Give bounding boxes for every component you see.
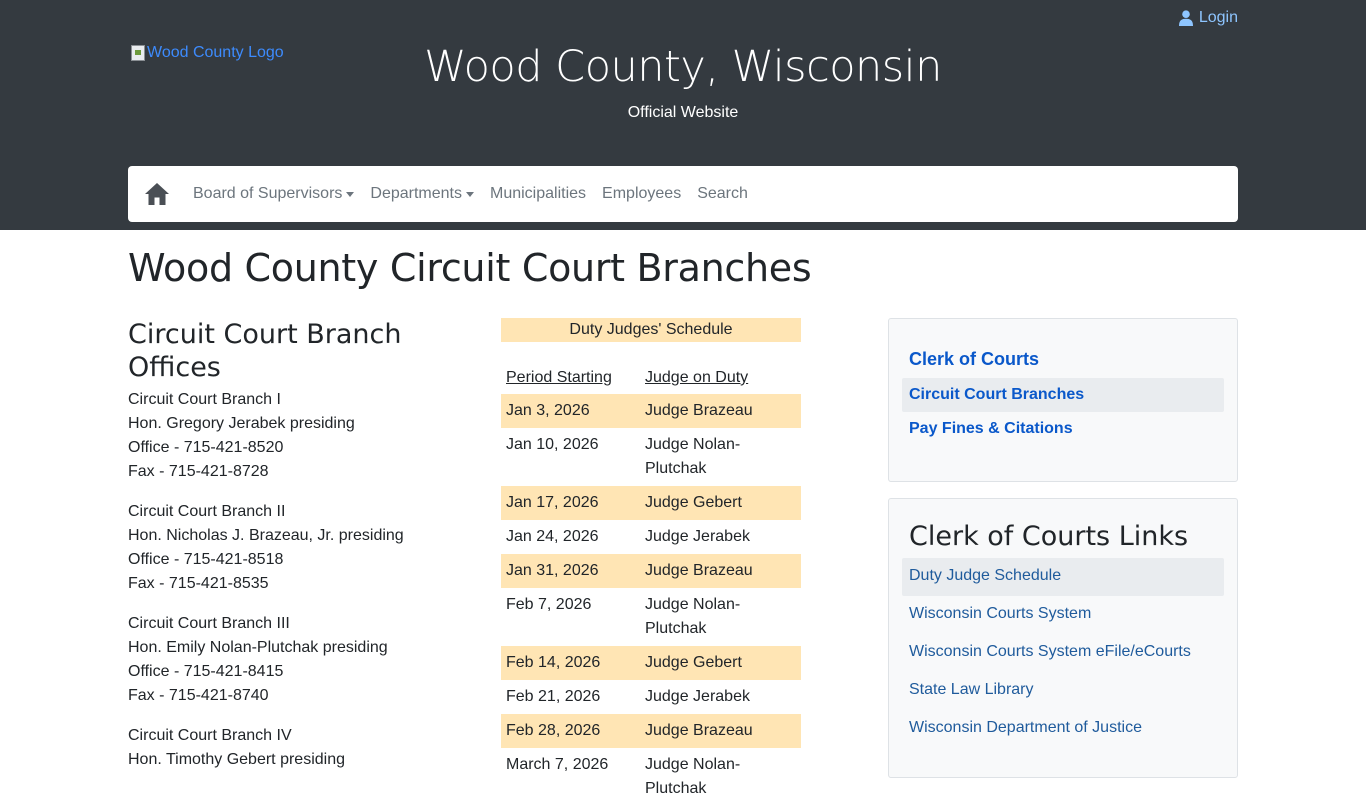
branch-fax: Fax - 715-421-8535	[128, 575, 269, 592]
branch-judge: Hon. Timothy Gebert presiding	[128, 751, 345, 768]
branch-block: Circuit Court Branch IV Hon. Timothy Geb…	[128, 724, 458, 772]
schedule-header-row: Period Starting Judge on Duty	[501, 362, 801, 394]
link-wi-courts-efile[interactable]: Wisconsin Courts System eFile/eCourts	[902, 634, 1224, 672]
row-judge: Judge Gebert	[645, 494, 742, 511]
row-date: Jan 17, 2026	[506, 494, 599, 511]
login-link[interactable]: Login	[1178, 9, 1238, 27]
branch-block: Circuit Court Branch III Hon. Emily Nola…	[128, 612, 458, 708]
table-row: Jan 17, 2026 Judge Gebert	[501, 486, 801, 520]
nav-departments[interactable]: Departments	[370, 185, 474, 203]
row-date: Feb 21, 2026	[506, 688, 601, 705]
home-icon[interactable]	[144, 181, 170, 207]
links-card: Clerk of Courts Links Duty Judge Schedul…	[888, 498, 1238, 778]
menu-circuit-court-branches[interactable]: Circuit Court Branches	[902, 378, 1224, 412]
user-icon	[1178, 10, 1193, 26]
table-row: Jan 31, 2026 Judge Brazeau	[501, 554, 801, 588]
branch-judge: Hon. Gregory Jerabek presiding	[128, 415, 355, 432]
branch-name: Circuit Court Branch III	[128, 615, 290, 632]
table-row: Feb 21, 2026 Judge Jerabek	[501, 680, 801, 714]
link-wisconsin-courts-system[interactable]: Wisconsin Courts System	[902, 596, 1224, 634]
menu-pay-fines-citations[interactable]: Pay Fines & Citations	[902, 412, 1224, 446]
table-row: Jan 10, 2026 Judge Nolan-Plutchak	[501, 428, 801, 486]
table-row: Feb 14, 2026 Judge Gebert	[501, 646, 801, 680]
branch-fax: Fax - 715-421-8740	[128, 687, 269, 704]
row-judge: Judge Brazeau	[645, 722, 753, 739]
branch-name: Circuit Court Branch IV	[128, 727, 292, 744]
row-date: Jan 3, 2026	[506, 402, 590, 419]
site-title: Wood County, Wisconsin	[424, 42, 942, 92]
table-row: Feb 28, 2026 Judge Brazeau	[501, 714, 801, 748]
link-wi-department-of-justice[interactable]: Wisconsin Department of Justice	[902, 710, 1224, 748]
nav-label: Departments	[370, 185, 462, 202]
link-state-law-library[interactable]: State Law Library	[902, 672, 1224, 710]
duty-judge-schedule: Duty Judges' Schedule Period Starting Ju…	[501, 318, 801, 806]
branch-offices: Circuit Court Branch Offices Circuit Cou…	[128, 318, 458, 788]
branch-block: Circuit Court Branch I Hon. Gregory Jera…	[128, 388, 458, 484]
nav-municipalities[interactable]: Municipalities	[490, 185, 586, 203]
schedule-title: Duty Judges' Schedule	[501, 318, 801, 342]
branch-office-phone: Office - 715-421-8520	[128, 439, 284, 456]
nav-label: Employees	[602, 185, 682, 202]
row-date: Feb 7, 2026	[506, 596, 592, 613]
branch-office-phone: Office - 715-421-8518	[128, 551, 284, 568]
row-judge: Judge Jerabek	[645, 528, 750, 545]
row-date: Feb 28, 2026	[506, 722, 601, 739]
row-date: Jan 10, 2026	[506, 436, 599, 453]
branch-name: Circuit Court Branch I	[128, 391, 281, 408]
branch-judge: Hon. Emily Nolan-Plutchak presiding	[128, 639, 388, 656]
row-judge: Judge Jerabek	[645, 688, 750, 705]
table-row: Jan 24, 2026 Judge Jerabek	[501, 520, 801, 554]
col-judge-on-duty: Judge on Duty	[645, 369, 749, 386]
col-period-starting: Period Starting	[506, 369, 612, 386]
link-duty-judge-schedule[interactable]: Duty Judge Schedule	[902, 558, 1224, 596]
branch-name: Circuit Court Branch II	[128, 503, 286, 520]
links-heading: Clerk of Courts Links	[909, 521, 1189, 552]
nav-label: Board of Supervisors	[193, 185, 343, 202]
row-date: Feb 14, 2026	[506, 654, 601, 671]
table-row: Jan 3, 2026 Judge Brazeau	[501, 394, 801, 428]
row-date: Jan 31, 2026	[506, 562, 599, 579]
nav-employees[interactable]: Employees	[602, 185, 681, 203]
nav-label: Search	[697, 185, 748, 202]
nav-board-of-supervisors[interactable]: Board of Supervisors	[193, 185, 355, 203]
main-navbar: Board of Supervisors Departments Municip…	[128, 166, 1238, 222]
row-judge: Judge Nolan-Plutchak	[645, 596, 741, 637]
nav-label: Municipalities	[490, 185, 587, 202]
row-judge: Judge Nolan-Plutchak	[645, 436, 741, 477]
branch-office-phone: Office - 715-421-8415	[128, 663, 284, 680]
row-judge: Judge Brazeau	[645, 562, 753, 579]
branch-fax: Fax - 715-421-8728	[128, 463, 269, 480]
site-header: Wood County Logo Login Wood County, Wisc…	[0, 0, 1366, 230]
caret-down-icon	[346, 191, 355, 197]
branch-block: Circuit Court Branch II Hon. Nicholas J.…	[128, 500, 458, 596]
row-date: Jan 24, 2026	[506, 528, 599, 545]
row-judge: Judge Brazeau	[645, 402, 753, 419]
menu-clerk-of-courts[interactable]: Clerk of Courts	[902, 341, 1224, 378]
row-judge: Judge Gebert	[645, 654, 742, 671]
page-title: Wood County Circuit Court Branches	[128, 246, 812, 290]
login-label: Login	[1198, 9, 1238, 26]
caret-down-icon	[466, 191, 474, 197]
branch-judge: Hon. Nicholas J. Brazeau, Jr. presiding	[128, 527, 404, 544]
table-row: March 7, 2026 Judge Nolan-Plutchak	[501, 748, 801, 806]
table-row: Feb 7, 2026 Judge Nolan-Plutchak	[501, 588, 801, 646]
row-date: March 7, 2026	[506, 756, 609, 773]
row-judge: Judge Nolan-Plutchak	[645, 756, 741, 797]
section-menu-card: Clerk of Courts Circuit Court Branches P…	[888, 318, 1238, 482]
nav-search[interactable]: Search	[697, 185, 748, 203]
site-subtitle: Official Website	[627, 104, 739, 121]
offices-heading: Circuit Court Branch Offices	[128, 319, 402, 383]
